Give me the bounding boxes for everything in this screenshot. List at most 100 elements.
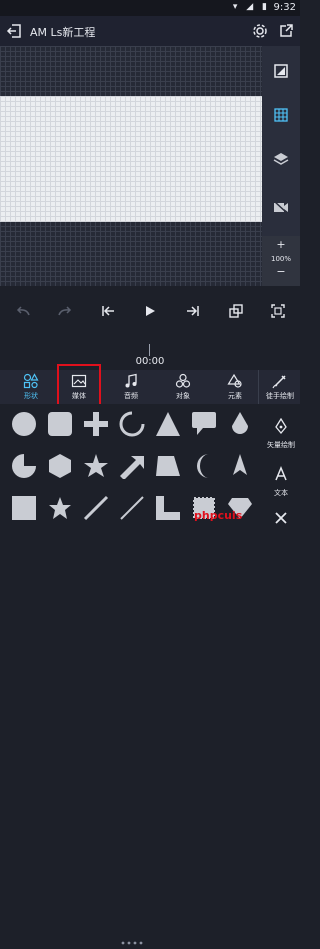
duplicate-button[interactable] <box>221 296 251 326</box>
square-icon <box>12 496 36 520</box>
status-icons: ▾ ◢ ▮ <box>232 2 270 12</box>
tab-shape[interactable]: 形状 <box>8 370 54 404</box>
line-icon <box>83 495 109 521</box>
tab-audio[interactable]: 音频 <box>108 370 154 404</box>
undo-button[interactable] <box>8 296 38 326</box>
redo-button[interactable] <box>50 296 80 326</box>
right-action-panel: 矢量绘制 文本 <box>262 404 300 533</box>
shape-line[interactable] <box>78 490 114 526</box>
tab-audio-label: 音频 <box>124 392 138 400</box>
shape-trapezoid[interactable] <box>150 448 186 484</box>
shape-star-small[interactable] <box>42 490 78 526</box>
shape-speech-bubble[interactable] <box>186 406 222 442</box>
tab-element-label: 元素 <box>228 392 242 400</box>
play-button[interactable] <box>135 296 165 326</box>
back-icon[interactable] <box>6 23 22 39</box>
zoom-in-button[interactable]: + <box>262 238 300 251</box>
timecode: 00:00 <box>135 356 165 367</box>
spike-icon <box>233 454 247 475</box>
project-title: AM Ls新工程 <box>30 26 96 39</box>
circle-icon <box>12 412 36 436</box>
skip-start-button[interactable] <box>93 296 123 326</box>
app-bar: AM Ls新工程 <box>0 16 300 46</box>
zoom-out-button[interactable]: − <box>262 265 300 278</box>
close-button[interactable] <box>262 510 300 529</box>
playhead[interactable] <box>149 344 150 356</box>
category-bar: 形状 媒体 音频 对象 元素 徒手绘制 <box>0 370 300 404</box>
pen-tool-icon <box>275 417 287 435</box>
fit-screen-button[interactable] <box>263 296 293 326</box>
grid-icon <box>274 108 288 122</box>
shape-drop[interactable] <box>222 406 258 442</box>
gear-icon[interactable] <box>252 23 268 39</box>
camera-button[interactable] <box>262 188 300 226</box>
pie-icon <box>12 454 36 478</box>
playback-bar: 00:00 <box>0 286 300 370</box>
grid-button[interactable] <box>262 96 300 134</box>
play-icon <box>146 306 155 316</box>
arc-icon <box>119 411 145 437</box>
skip-end-icon <box>187 306 199 316</box>
skip-end-button[interactable] <box>178 296 208 326</box>
triangle-icon <box>156 412 180 436</box>
shape-star[interactable] <box>78 448 114 484</box>
trapezoid-icon <box>156 456 180 476</box>
hexagon-icon <box>49 454 71 478</box>
shape-arc[interactable] <box>114 406 150 442</box>
tab-shape-label: 形状 <box>24 392 38 400</box>
text-button[interactable]: 文本 <box>262 466 300 498</box>
fit-screen-icon <box>271 304 285 318</box>
crescent-icon <box>197 454 209 478</box>
tab-element[interactable]: 元素 <box>212 370 258 404</box>
shape-crescent[interactable] <box>186 448 222 484</box>
star-icon <box>84 454 108 477</box>
shape-arrow[interactable] <box>114 448 150 484</box>
canvas-area[interactable] <box>0 46 262 286</box>
skip-start-icon <box>102 306 114 316</box>
redo-icon <box>58 306 72 316</box>
text-icon <box>275 466 287 481</box>
element-icon <box>227 373 242 388</box>
shape-triangle[interactable] <box>150 406 186 442</box>
zoom-level: 100% <box>270 255 291 263</box>
status-bar: ▾ ◢ ▮ 9:32 <box>0 0 300 16</box>
shapes-icon <box>23 373 39 389</box>
freehand-label: 徒手绘制 <box>266 392 294 400</box>
image-layer-icon <box>274 64 288 78</box>
objects-icon <box>175 373 191 388</box>
undo-icon <box>16 306 30 316</box>
arrow-icon <box>120 456 144 479</box>
diagonal-line-icon <box>120 496 144 520</box>
rounded-square-icon <box>48 412 72 436</box>
shape-rounded-square[interactable] <box>42 406 78 442</box>
vector-draw-label: 矢量绘制 <box>267 441 295 449</box>
l-shape-icon <box>156 496 180 520</box>
layers-icon <box>273 153 289 165</box>
pager-dots <box>120 930 144 945</box>
dots-icon <box>121 941 143 945</box>
status-time: 9:32 <box>273 2 296 13</box>
shape-spike[interactable] <box>222 448 258 484</box>
background-button[interactable] <box>262 52 300 90</box>
zoom-control: + 100% − <box>262 236 300 286</box>
shape-square[interactable] <box>6 490 42 526</box>
layers-button[interactable] <box>262 140 300 178</box>
duplicate-icon <box>229 304 243 318</box>
canvas-stage[interactable] <box>0 96 262 222</box>
shape-l-corner[interactable] <box>150 490 186 526</box>
shape-hexagon[interactable] <box>42 448 78 484</box>
freehand-button[interactable]: 徒手绘制 <box>258 370 301 404</box>
star-outline-icon <box>49 497 71 519</box>
tab-object[interactable]: 对象 <box>160 370 206 404</box>
shape-diagonal[interactable] <box>114 490 150 526</box>
music-note-icon <box>125 373 137 388</box>
shape-cross[interactable] <box>78 406 114 442</box>
speech-bubble-icon <box>192 412 216 435</box>
share-icon[interactable] <box>278 23 294 39</box>
camera-icon <box>273 200 289 215</box>
watermark: phpcuis <box>194 509 243 522</box>
media-tab-highlight <box>57 364 101 406</box>
vector-draw-button[interactable]: 矢量绘制 <box>262 417 300 450</box>
shape-circle[interactable] <box>6 406 42 442</box>
shape-pie[interactable] <box>6 448 42 484</box>
